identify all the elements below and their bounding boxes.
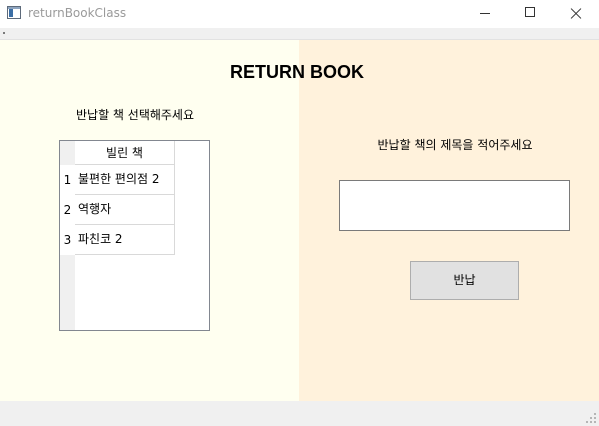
minimize-icon[interactable] <box>461 0 507 28</box>
enter-title-label: 반납할 책의 제목을 적어주세요 <box>377 138 533 152</box>
menu-grip-icon <box>3 32 5 34</box>
column-header-borrowed-books[interactable]: 빌린 책 <box>75 141 175 165</box>
row-number[interactable]: 2 <box>60 195 75 225</box>
book-title-input[interactable] <box>339 180 570 231</box>
app-window-icon <box>7 6 21 19</box>
close-icon[interactable] <box>553 0 599 28</box>
book-title-cell[interactable]: 불편한 편의점 2 <box>75 165 175 195</box>
table-row[interactable]: 2 역행자 <box>60 195 175 225</box>
window-title: returnBookClass <box>28 6 127 20</box>
book-title-cell[interactable]: 역행자 <box>75 195 175 225</box>
table-row[interactable]: 3 파친코 2 <box>60 225 175 255</box>
title-bar: returnBookClass <box>0 0 599 28</box>
borrowed-books-grid[interactable]: 빌린 책 1 불편한 편의점 2 2 역행자 3 파친코 2 <box>59 140 210 331</box>
row-number[interactable]: 1 <box>60 165 75 195</box>
return-button[interactable]: 반납 <box>410 261 519 300</box>
maximize-icon[interactable] <box>507 0 553 28</box>
select-book-label: 반납할 책 선택해주세요 <box>75 108 195 122</box>
page-title: RETURN BOOK <box>230 62 364 82</box>
menu-strip <box>0 28 599 40</box>
table-row[interactable]: 1 불편한 편의점 2 <box>60 165 175 195</box>
row-number[interactable]: 3 <box>60 225 75 255</box>
status-bar <box>0 401 599 426</box>
resize-grip-icon[interactable] <box>586 413 596 423</box>
book-title-cell[interactable]: 파친코 2 <box>75 225 175 255</box>
